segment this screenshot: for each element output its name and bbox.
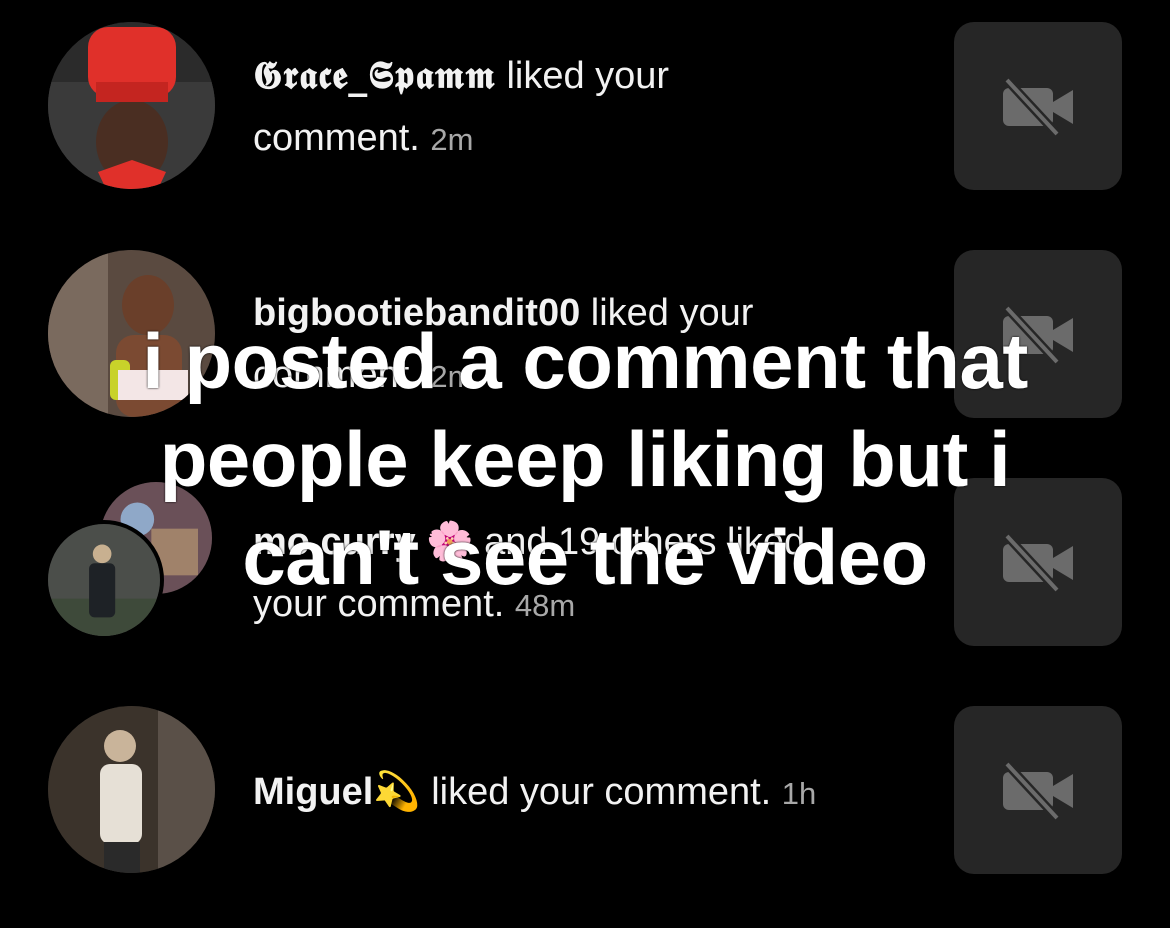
username-emoji: 💫: [373, 769, 421, 813]
video-thumbnail[interactable]: [954, 478, 1122, 646]
action-text: and 19 others liked: [473, 521, 806, 563]
notification-text: mo curry 🌸 and 19 others liked your comm…: [253, 510, 873, 637]
notification-text: 𝕲𝖗𝖆𝖈𝖊_𝕾𝖕𝖆𝖒𝖒 liked your comment. 2m: [253, 44, 873, 171]
notification-text: bigbootiebandit00 liked your comment. 2m: [253, 282, 873, 408]
video-off-icon: [1003, 76, 1073, 136]
notification-row[interactable]: mo curry 🌸 and 19 others liked your comm…: [0, 478, 1170, 648]
timestamp: 2m: [430, 122, 474, 157]
username-emoji: 🌸: [426, 519, 474, 563]
video-thumbnail[interactable]: [954, 22, 1122, 190]
video-off-icon: [1003, 532, 1073, 592]
avatar[interactable]: [48, 706, 215, 873]
timestamp: 48m: [514, 588, 576, 623]
timestamp: 2m: [430, 359, 474, 394]
action-text: comment.: [253, 117, 420, 159]
username[interactable]: bigbootiebandit00: [253, 292, 580, 334]
video-off-icon: [1003, 304, 1073, 364]
username[interactable]: mo curry: [253, 521, 416, 563]
notifications-screen: 𝕲𝖗𝖆𝖈𝖊_𝕾𝖕𝖆𝖒𝖒 liked your comment. 2m bigbo…: [0, 0, 1170, 928]
avatar[interactable]: [48, 22, 215, 189]
notification-row[interactable]: bigbootiebandit00 liked your comment. 2m: [0, 250, 1170, 420]
notification-row[interactable]: Miguel💫 liked your comment. 1h: [0, 706, 1170, 876]
avatar[interactable]: [44, 520, 164, 640]
video-thumbnail[interactable]: [954, 250, 1122, 418]
action-text: comment.: [253, 354, 420, 396]
notification-text: Miguel💫 liked your comment. 1h: [253, 760, 873, 825]
video-thumbnail[interactable]: [954, 706, 1122, 874]
action-text: liked your: [495, 55, 670, 97]
action-text: liked your comment.: [420, 771, 772, 813]
username[interactable]: 𝕲𝖗𝖆𝖈𝖊_𝕾𝖕𝖆𝖒𝖒: [253, 52, 496, 97]
video-off-icon: [1003, 760, 1073, 820]
notification-row[interactable]: 𝕲𝖗𝖆𝖈𝖊_𝕾𝖕𝖆𝖒𝖒 liked your comment. 2m: [0, 22, 1170, 192]
avatar[interactable]: [48, 250, 215, 417]
timestamp: 1h: [781, 776, 817, 811]
action-text: liked your: [580, 292, 754, 334]
action-text: your comment.: [253, 583, 505, 625]
username[interactable]: Miguel: [253, 771, 373, 813]
